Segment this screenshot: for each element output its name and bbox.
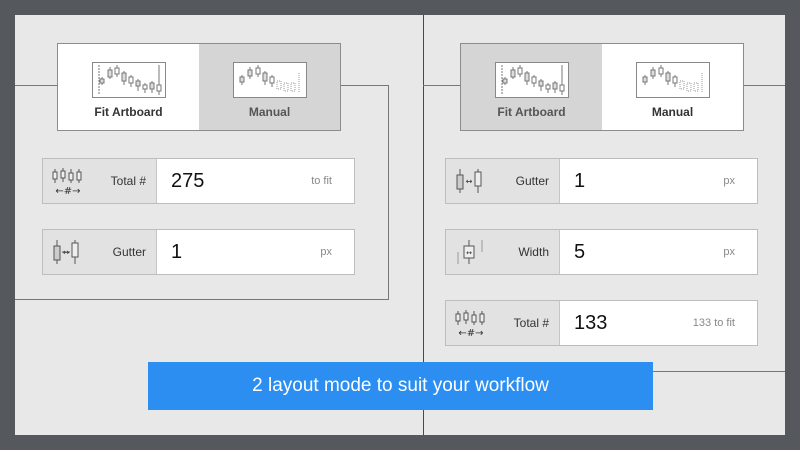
row-header: ←#→ Total # xyxy=(446,301,560,345)
field-unit: px xyxy=(723,246,735,258)
mode-label: Fit Artboard xyxy=(497,105,566,119)
svg-text:←#→: ←#→ xyxy=(458,328,483,337)
left-total-count-row: ←#→ Total # 275 to fit xyxy=(42,158,355,204)
field-unit: px xyxy=(723,175,735,187)
left-layout-mode-switch: Fit Artboard Manual xyxy=(57,43,341,131)
gutter-icon: ↔ xyxy=(53,240,79,264)
row-header: ↔ Width xyxy=(446,230,560,274)
svg-text:↔: ↔ xyxy=(63,248,70,257)
field-label: Total # xyxy=(513,316,549,330)
gutter-input[interactable]: 1 px xyxy=(560,159,757,203)
candlestick-manual-icon xyxy=(636,62,710,98)
field-value: 1 xyxy=(574,170,586,192)
width-input[interactable]: 5 px xyxy=(560,230,757,274)
row-header: ←#→ Total # xyxy=(43,159,157,203)
field-label: Gutter xyxy=(112,245,146,259)
mode-label: Manual xyxy=(651,105,694,119)
total-count-input[interactable]: 133 133 to fit xyxy=(560,301,757,345)
field-unit: px xyxy=(320,246,332,258)
field-label: Width xyxy=(518,245,549,259)
gutter-icon: ↔ xyxy=(456,169,482,193)
field-value: 5 xyxy=(574,241,586,263)
candlestick-fit-artboard-icon xyxy=(495,62,569,98)
field-value: 1 xyxy=(171,241,183,263)
left-mode-fit-artboard[interactable]: Fit Artboard xyxy=(58,44,199,130)
field-unit: 133 to fit xyxy=(692,317,735,329)
right-width-row: ↔ Width 5 px xyxy=(445,229,758,275)
svg-text:↔: ↔ xyxy=(466,177,473,186)
total-count-icon: ←#→ xyxy=(455,310,485,337)
field-value: 275 xyxy=(171,170,205,192)
right-gutter-row: ↔ Gutter 1 px xyxy=(445,158,758,204)
gutter-input[interactable]: 1 px xyxy=(157,230,354,274)
svg-text:↔: ↔ xyxy=(466,249,472,257)
mode-label: Fit Artboard xyxy=(94,105,163,119)
width-icon: ↔ xyxy=(457,240,483,264)
total-count-input[interactable]: 275 to fit xyxy=(157,159,354,203)
field-unit: to fit xyxy=(311,175,332,187)
field-label: Total # xyxy=(110,174,146,188)
feature-banner: 2 layout mode to suit your workflow xyxy=(148,362,653,410)
field-label: Gutter xyxy=(515,174,549,188)
right-total-count-row: ←#→ Total # 133 133 to fit xyxy=(445,300,758,346)
mode-label: Manual xyxy=(248,105,291,119)
field-value: 133 xyxy=(574,312,608,334)
svg-text:←#→: ←#→ xyxy=(55,186,80,195)
right-mode-fit-artboard[interactable]: Fit Artboard xyxy=(461,44,602,130)
right-layout-mode-switch: Fit Artboard Manual xyxy=(460,43,744,131)
row-header: ↔ Gutter xyxy=(43,230,157,274)
total-count-icon: ←#→ xyxy=(52,168,82,195)
row-header: ↔ Gutter xyxy=(446,159,560,203)
left-mode-manual[interactable]: Manual xyxy=(199,44,340,130)
candlestick-fit-artboard-icon xyxy=(92,62,166,98)
left-gutter-row: ↔ Gutter 1 px xyxy=(42,229,355,275)
candlestick-manual-icon xyxy=(233,62,307,98)
right-mode-manual[interactable]: Manual xyxy=(602,44,743,130)
